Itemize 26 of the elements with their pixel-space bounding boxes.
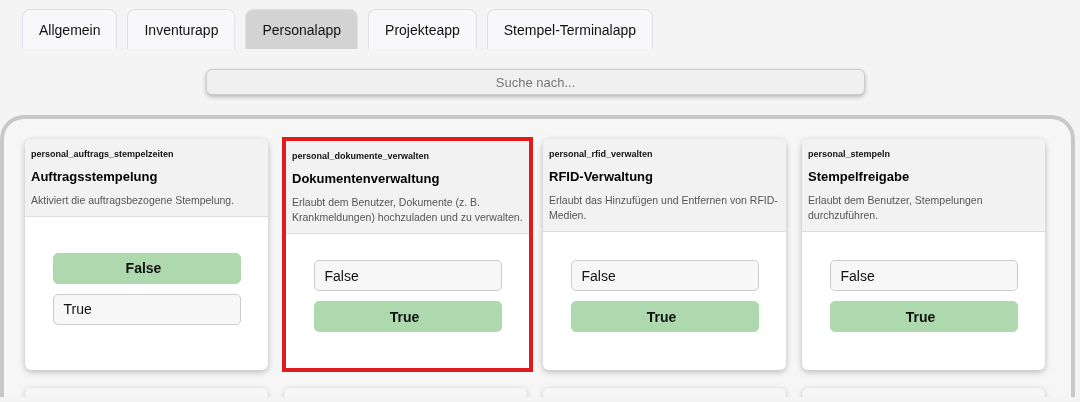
- setting-title: Stempelfreigabe: [808, 169, 911, 184]
- tab[interactable]: Inventurapp: [127, 9, 236, 49]
- tab[interactable]: Projekteapp: [368, 9, 477, 49]
- setting-title: Auftragsstempelung: [31, 169, 159, 184]
- setting-title: RFID-Verwaltung: [549, 169, 654, 184]
- option-button[interactable]: True: [570, 301, 759, 332]
- setting-description: Erlaubt dem Benutzer, Dokumente (z. B. Krankmeldungen) hochzuladen und zu verwalten.: [292, 195, 523, 225]
- setting-description: Erlaubt dem Benutzer, Stempelungen durchzuführen.: [808, 193, 984, 223]
- option-button[interactable]: True: [313, 301, 502, 332]
- tab[interactable]: Stempel-Terminalapp: [486, 9, 654, 49]
- option-button[interactable]: False: [313, 260, 502, 291]
- setting-key: personal_auftrags_stempelzeiten: [31, 149, 262, 159]
- option-button[interactable]: False: [52, 252, 241, 284]
- setting-key: personal_rfid_verwalten: [549, 149, 780, 159]
- option-button[interactable]: True: [52, 293, 241, 325]
- setting-description: Erlaubt das Hinzufügen und Entfernen von RFID-Medien.: [549, 193, 779, 223]
- setting-key: personal_dokumente_verwalten: [292, 151, 523, 161]
- tab[interactable]: Allgemein: [22, 9, 118, 49]
- setting-description: Aktiviert die auftragsbezogene Stempelung.: [31, 193, 236, 208]
- tab[interactable]: Personalapp: [245, 9, 359, 49]
- option-button[interactable]: False: [829, 260, 1018, 291]
- option-button[interactable]: False: [570, 260, 759, 291]
- setting-title: Dokumentenverwaltung: [292, 171, 441, 186]
- search-field[interactable]: Suche nach...: [206, 69, 865, 95]
- option-button[interactable]: True: [829, 301, 1018, 332]
- setting-key: personal_stempeln: [808, 149, 1039, 159]
